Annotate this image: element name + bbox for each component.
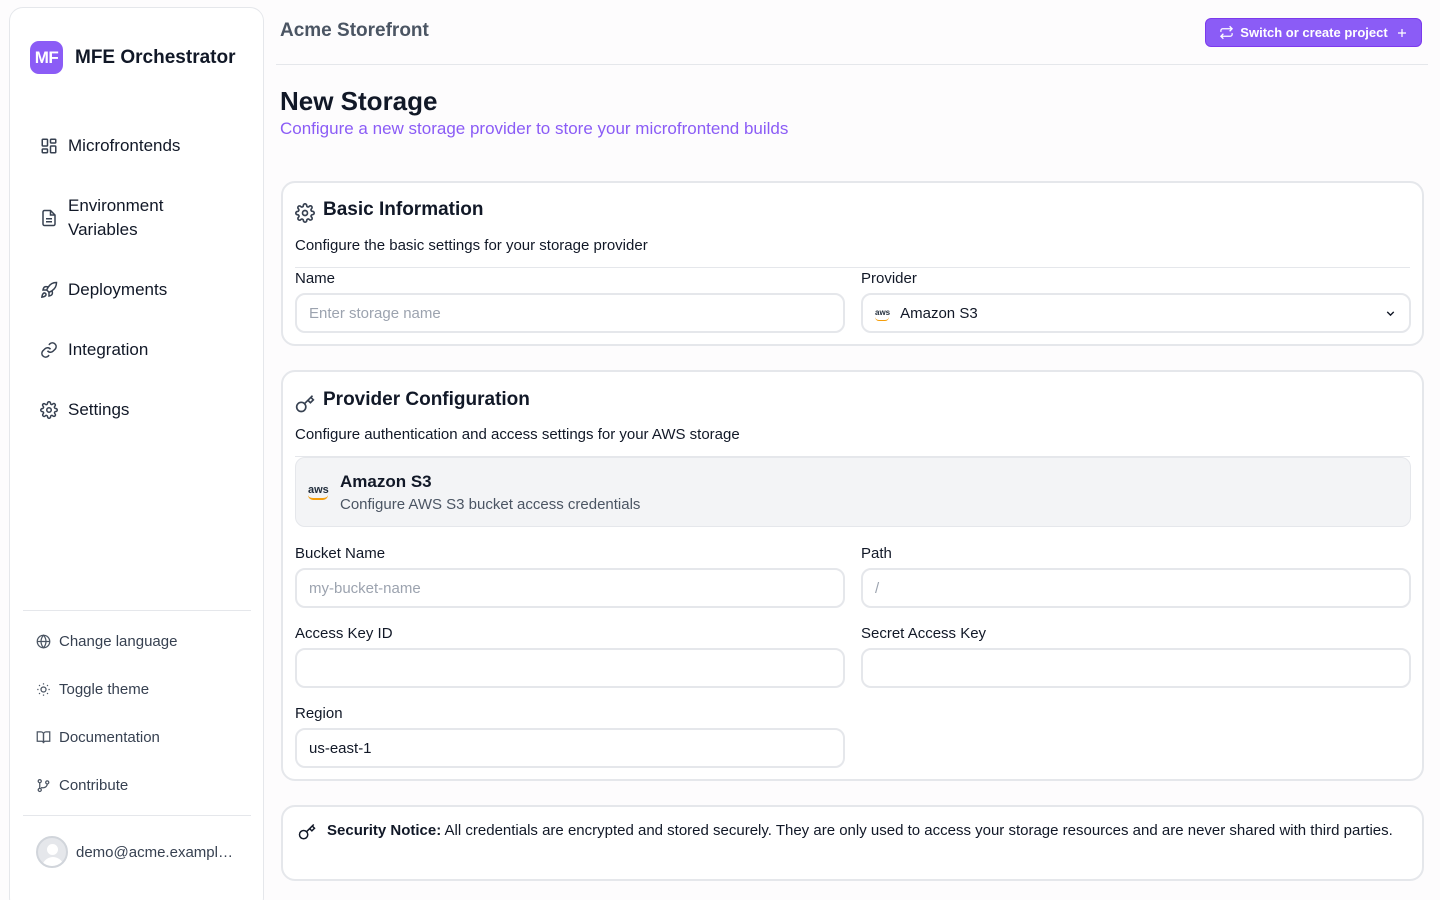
globe-icon — [36, 633, 51, 649]
page-title: New Storage — [280, 86, 438, 116]
chevron-down-icon — [1386, 311, 1395, 317]
provider-description: Configure AWS S3 bucket access credentia… — [340, 496, 641, 513]
sidebar-nav: Microfrontends Environment Variables Dep… — [32, 126, 252, 430]
access-key-label: Access Key ID — [295, 625, 393, 642]
card-title: Provider Configuration — [323, 389, 530, 410]
sidebar-item-microfrontends[interactable]: Microfrontends — [32, 126, 252, 166]
security-notice-body: All credentials are encrypted and stored… — [444, 822, 1393, 839]
path-input[interactable]: / — [861, 568, 1411, 608]
grid-icon — [41, 138, 57, 154]
security-notice-title: Security Notice: — [327, 822, 442, 839]
bucket-name-placeholder: my-bucket-name — [309, 579, 421, 597]
change-language-link[interactable]: Change language — [32, 617, 252, 665]
basic-information-card: Basic Information Configure the basic se… — [281, 181, 1424, 346]
file-text-icon — [42, 209, 56, 227]
divider — [295, 267, 1410, 268]
divider — [23, 610, 251, 611]
contribute-link[interactable]: Contribute — [32, 761, 252, 809]
rocket-icon — [40, 281, 58, 299]
key-icon — [295, 395, 315, 413]
card-header: Provider Configuration — [295, 386, 530, 414]
link-label: Change language — [59, 632, 178, 650]
link-label: Documentation — [59, 728, 160, 746]
sidebar-item-settings[interactable]: Settings — [32, 390, 252, 430]
sidebar-item-label: Environment Variables — [68, 196, 164, 239]
switch-arrows-icon — [1220, 25, 1234, 40]
sun-icon — [37, 682, 50, 696]
sidebar-item-environment-variables[interactable]: Environment Variables — [32, 186, 182, 250]
name-placeholder: Enter storage name — [309, 304, 441, 322]
card-title: Basic Information — [323, 199, 484, 220]
user-menu[interactable]: demo@acme.example.com — [36, 836, 236, 868]
avatar — [36, 836, 68, 868]
project-name: Acme Storefront — [280, 20, 429, 41]
switch-project-button[interactable]: Switch or create project — [1205, 18, 1422, 47]
sidebar-item-label: Integration — [68, 340, 149, 359]
secret-key-input[interactable] — [861, 648, 1411, 688]
selected-provider-info: aws Amazon S3 Configure AWS S3 bucket ac… — [295, 457, 1411, 527]
link-icon — [41, 342, 57, 358]
sidebar-item-integration[interactable]: Integration — [32, 330, 252, 370]
path-label: Path — [861, 545, 892, 562]
provider-select[interactable]: aws Amazon S3 — [861, 293, 1411, 333]
name-input[interactable]: Enter storage name — [295, 293, 845, 333]
bucket-name-label: Bucket Name — [295, 545, 386, 562]
region-value: us-east-1 — [309, 739, 372, 757]
security-notice: Security Notice: All credentials are enc… — [281, 805, 1424, 881]
provider-configuration-card: Provider Configuration Configure authent… — [281, 370, 1424, 781]
switch-project-label: Switch or create project — [1240, 25, 1388, 40]
sidebar-footer-links: Change language Toggle theme Documentati… — [32, 617, 252, 809]
link-label: Contribute — [59, 776, 129, 794]
divider — [23, 815, 251, 816]
plus-icon — [1397, 28, 1406, 37]
provider-selected-value: Amazon S3 — [900, 304, 978, 322]
path-placeholder: / — [875, 579, 880, 597]
link-label: Toggle theme — [59, 680, 150, 698]
aws-logo-icon: aws — [308, 484, 329, 500]
region-label: Region — [295, 705, 343, 722]
top-bar: Acme Storefront Switch or create project — [276, 0, 1428, 65]
app-name: MFE Orchestrator — [75, 46, 236, 68]
book-icon — [36, 730, 51, 743]
bucket-name-input[interactable]: my-bucket-name — [295, 568, 845, 608]
sidebar-item-label: Settings — [68, 400, 130, 419]
security-notice-text: Security Notice: All credentials are enc… — [327, 821, 1402, 841]
access-key-input[interactable] — [295, 648, 845, 688]
card-description: Configure authentication and access sett… — [295, 426, 740, 443]
aws-logo-icon: aws — [875, 309, 890, 321]
git-branch-icon — [37, 778, 50, 792]
provider-label: Provider — [861, 270, 917, 287]
documentation-link[interactable]: Documentation — [32, 713, 252, 761]
page-subtitle: Configure a new storage provider to stor… — [280, 119, 789, 138]
card-header: Basic Information — [295, 197, 483, 223]
sidebar: MF MFE Orchestrator Microfrontends Envir… — [9, 7, 264, 900]
card-description: Configure the basic settings for your st… — [295, 237, 648, 254]
sidebar-item-label: Deployments — [68, 280, 168, 299]
sidebar-item-label: Microfrontends — [68, 136, 181, 155]
user-email: demo@acme.example.com — [76, 843, 236, 861]
key-icon — [298, 823, 316, 840]
provider-name: Amazon S3 — [340, 472, 432, 491]
name-label: Name — [295, 270, 336, 287]
brand[interactable]: MF MFE Orchestrator — [30, 41, 235, 74]
gear-icon — [40, 401, 58, 419]
toggle-theme-link[interactable]: Toggle theme — [32, 665, 252, 713]
region-input[interactable]: us-east-1 — [295, 728, 845, 768]
sidebar-item-deployments[interactable]: Deployments — [32, 270, 252, 310]
app-logo: MF — [30, 41, 63, 74]
secret-key-label: Secret Access Key — [861, 625, 987, 642]
gear-icon — [295, 203, 315, 223]
